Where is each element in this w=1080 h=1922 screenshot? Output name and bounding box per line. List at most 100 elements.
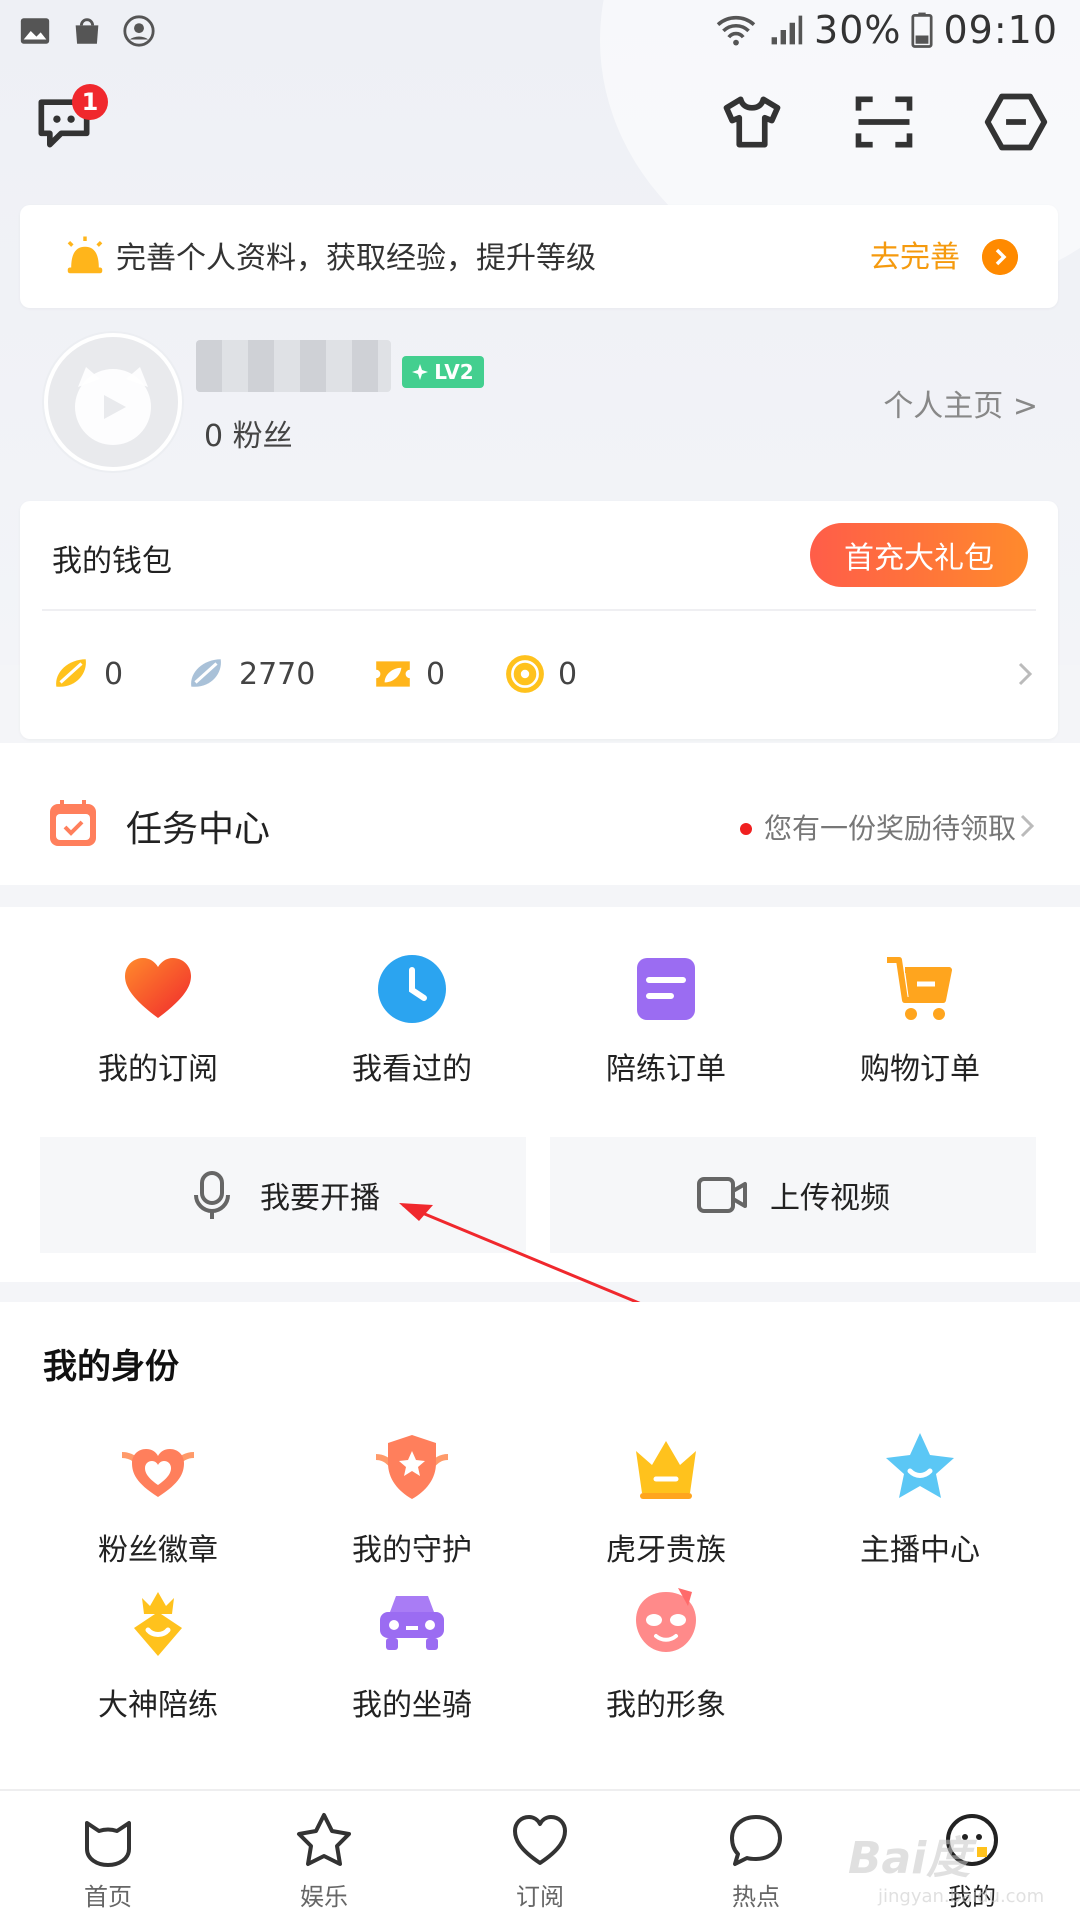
shortcut-section: 我的订阅 我看过的 陪练订单 购物订单 我要开播 上传视频 bbox=[0, 907, 1080, 1282]
identity-label: 我的守护 bbox=[352, 1533, 472, 1568]
shortcut-label: 购物订单 bbox=[860, 1052, 980, 1087]
identity-label: 我的形象 bbox=[606, 1688, 726, 1723]
upload-video-label: 上传视频 bbox=[770, 1181, 890, 1216]
identity-appearance[interactable]: 我的形象 bbox=[539, 1582, 793, 1724]
wallet-balance-silver[interactable]: 2770 bbox=[185, 653, 315, 695]
wallet-title: 我的钱包 bbox=[52, 544, 172, 579]
status-bar: 30% 09:10 bbox=[0, 0, 1080, 66]
personal-homepage-link[interactable]: 个人主页 > bbox=[883, 381, 1038, 425]
account-notification-icon bbox=[123, 15, 155, 47]
home-tiger-icon bbox=[85, 1821, 131, 1867]
heart-outline-icon bbox=[513, 1815, 567, 1865]
nav-label: 娱乐 bbox=[300, 1883, 348, 1911]
username-redacted bbox=[196, 340, 391, 392]
shortcut-label: 我的订阅 bbox=[98, 1052, 218, 1087]
identity-guard[interactable]: 我的守护 bbox=[285, 1427, 539, 1569]
shortcut-subscriptions[interactable]: 我的订阅 bbox=[31, 952, 285, 1088]
shortcut-label: 陪练订单 bbox=[606, 1052, 726, 1087]
identity-label: 主播中心 bbox=[860, 1533, 980, 1568]
identity-label: 虎牙贵族 bbox=[606, 1533, 726, 1568]
settings-hexagon-icon[interactable] bbox=[982, 88, 1050, 156]
cart-icon bbox=[887, 957, 952, 1020]
nav-label: 热点 bbox=[732, 1883, 780, 1911]
shortcut-shopping-orders[interactable]: 购物订单 bbox=[793, 952, 1047, 1088]
fan-badge-icon bbox=[121, 1449, 195, 1497]
chevron-right-icon bbox=[1020, 814, 1035, 838]
arrow-right-circle-icon[interactable] bbox=[982, 239, 1018, 275]
chat-bubble-icon bbox=[730, 1815, 782, 1866]
first-recharge-gift-button[interactable]: 首充大礼包 bbox=[810, 523, 1028, 587]
heart-icon bbox=[125, 958, 191, 1018]
fans-count[interactable]: 0 粉丝 bbox=[204, 411, 293, 455]
bell-icon bbox=[67, 236, 103, 274]
shortcut-history[interactable]: 我看过的 bbox=[285, 952, 539, 1088]
balance-value: 0 bbox=[104, 656, 124, 692]
identity-streamer-center[interactable]: 主播中心 bbox=[793, 1427, 1047, 1569]
level-badge: LV2 bbox=[402, 356, 484, 388]
avatar[interactable] bbox=[44, 333, 182, 471]
nav-home[interactable]: 首页 bbox=[0, 1791, 216, 1922]
level-text: LV2 bbox=[434, 360, 474, 384]
chevron-right-icon[interactable] bbox=[1010, 659, 1040, 689]
shopping-bag-notification-icon bbox=[75, 18, 99, 44]
upload-video-button[interactable]: 上传视频 bbox=[550, 1137, 1036, 1253]
nav-hot[interactable]: 热点 bbox=[648, 1791, 864, 1922]
wallet-balance-coin[interactable]: 0 bbox=[504, 653, 577, 695]
wallet-balance-coupon[interactable]: 0 bbox=[372, 653, 445, 695]
coupon-icon bbox=[376, 661, 410, 687]
identity-mount[interactable]: 我的坐骑 bbox=[285, 1582, 539, 1724]
video-camera-icon bbox=[697, 1177, 747, 1213]
identity-fan-badge[interactable]: 粉丝徽章 bbox=[31, 1427, 285, 1569]
star-icon bbox=[886, 1433, 954, 1498]
nav-entertainment[interactable]: 娱乐 bbox=[216, 1791, 432, 1922]
outfit-tshirt-icon[interactable] bbox=[718, 88, 786, 156]
microphone-icon bbox=[194, 1171, 230, 1219]
task-center-title: 任务中心 bbox=[126, 809, 271, 850]
star-outline-icon bbox=[297, 1813, 351, 1866]
battery-icon bbox=[911, 12, 934, 48]
reward-dot bbox=[740, 823, 752, 835]
order-doc-icon bbox=[637, 958, 695, 1020]
balance-value: 0 bbox=[558, 656, 578, 692]
watermark-line1: Bai度 bbox=[848, 1833, 971, 1884]
wallet-card[interactable]: 我的钱包 首充大礼包 0 2770 0 0 bbox=[20, 501, 1058, 739]
identity-section: 我的身份 粉丝徽章 我的守护 虎牙贵族 主播中心 大神陪练 我的坐骑 我的形象 bbox=[0, 1302, 1080, 1789]
battery-percent: 30% bbox=[814, 8, 902, 52]
coin-icon bbox=[506, 655, 544, 693]
reward-pending-note: 您有一份奖励待领取 bbox=[764, 812, 1017, 845]
clock-icon bbox=[378, 955, 446, 1023]
identity-title: 我的身份 bbox=[43, 1347, 179, 1387]
shortcut-coach-orders[interactable]: 陪练订单 bbox=[539, 952, 793, 1088]
gold-bean-icon bbox=[56, 659, 86, 687]
task-center-row[interactable]: 任务中心 您有一份奖励待领取 bbox=[0, 743, 1080, 885]
calendar-check-icon bbox=[50, 800, 96, 846]
baidu-watermark: Bai度 jingyan.baidu.com bbox=[848, 1822, 1048, 1914]
wifi-icon bbox=[716, 15, 756, 46]
master-coach-icon bbox=[134, 1592, 182, 1656]
complete-profile-link[interactable]: 去完善 bbox=[870, 232, 960, 276]
signal-icon bbox=[771, 15, 803, 45]
nav-label: 首页 bbox=[84, 1883, 132, 1911]
balance-value: 0 bbox=[426, 656, 446, 692]
complete-profile-card[interactable]: 完善个人资料，获取经验，提升等级 去完善 bbox=[20, 205, 1058, 308]
identity-label: 粉丝徽章 bbox=[98, 1533, 218, 1568]
guard-shield-icon bbox=[375, 1435, 449, 1499]
watermark-line2: jingyan.baidu.com bbox=[878, 1886, 1045, 1907]
shortcut-label: 我看过的 bbox=[352, 1052, 472, 1087]
start-broadcast-label: 我要开播 bbox=[260, 1181, 380, 1216]
wallet-balance-gold[interactable]: 0 bbox=[50, 653, 123, 695]
identity-master-coach[interactable]: 大神陪练 bbox=[31, 1582, 285, 1724]
noble-crown-icon bbox=[636, 1441, 696, 1499]
scan-icon[interactable] bbox=[850, 88, 918, 156]
default-avatar-icon bbox=[75, 367, 151, 445]
gallery-notification-icon bbox=[20, 18, 50, 44]
car-icon bbox=[380, 1596, 444, 1650]
start-broadcast-button[interactable]: 我要开播 bbox=[40, 1137, 526, 1253]
tip-text: 完善个人资料，获取经验，提升等级 bbox=[116, 241, 596, 276]
identity-noble[interactable]: 虎牙贵族 bbox=[539, 1427, 793, 1569]
identity-label: 我的坐骑 bbox=[352, 1688, 472, 1723]
nav-subscriptions[interactable]: 订阅 bbox=[432, 1791, 648, 1922]
nav-label: 订阅 bbox=[516, 1883, 564, 1911]
divider bbox=[42, 609, 1036, 611]
silver-bean-icon bbox=[191, 659, 221, 687]
